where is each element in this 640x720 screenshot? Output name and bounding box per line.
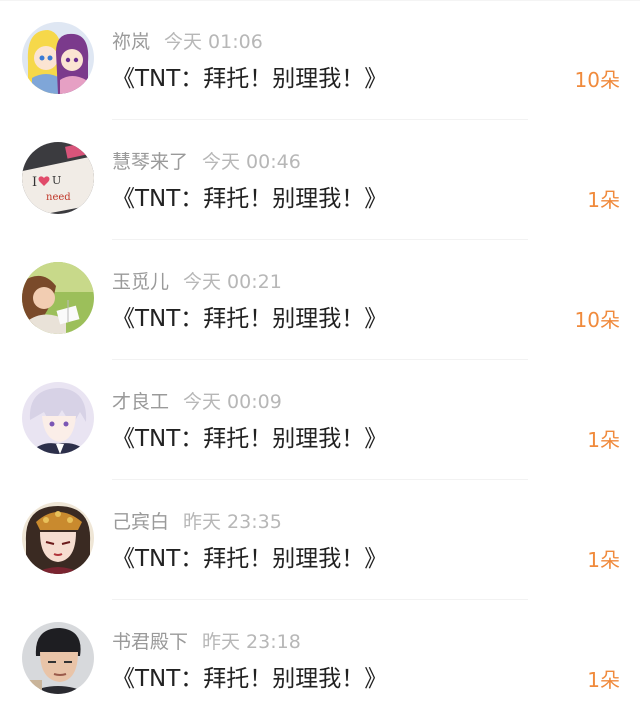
flower-count: 10朵: [574, 68, 620, 92]
flower-count: 10朵: [574, 308, 620, 332]
list-item[interactable]: 书君殿下 昨天 23:18 《TNT：拜托！别理我！》 1朵: [0, 600, 640, 720]
list-item[interactable]: 己宾白 昨天 23:35 《TNT：拜托！别理我！》 1朵: [0, 480, 640, 600]
list-item[interactable]: 祢岚 今天 01:06 《TNT：拜托！别理我！》 10朵: [0, 0, 640, 120]
svg-text:I: I: [32, 175, 37, 190]
item-meta: 慧琴来了 今天 00:46: [112, 149, 301, 175]
item-meta: 才良工 今天 00:09: [112, 389, 282, 415]
flower-count: 1朵: [587, 668, 620, 692]
item-meta: 祢岚 今天 01:06: [112, 29, 263, 55]
avatar-anime-pair-icon: [22, 22, 94, 94]
book-title[interactable]: 《TNT：拜托！别理我！》: [112, 542, 387, 576]
reward-list: 祢岚 今天 01:06 《TNT：拜托！别理我！》 10朵 I U need 慧琴…: [0, 0, 640, 718]
avatar[interactable]: [22, 22, 94, 94]
username[interactable]: 书君殿下: [112, 631, 188, 653]
item-meta: 书君殿下 昨天 23:18: [112, 629, 301, 655]
avatar[interactable]: [22, 622, 94, 694]
avatar[interactable]: I U need: [22, 142, 94, 214]
username[interactable]: 慧琴来了: [112, 151, 188, 173]
timestamp: 今天 00:09: [183, 391, 282, 413]
item-meta: 玉觅儿 今天 00:21: [112, 269, 282, 295]
book-title[interactable]: 《TNT：拜托！别理我！》: [112, 62, 387, 96]
svg-text:U: U: [52, 174, 61, 187]
timestamp: 昨天 23:35: [183, 511, 282, 533]
avatar[interactable]: [22, 262, 94, 334]
flower-count: 1朵: [587, 428, 620, 452]
avatar-anime-girl-crown-icon: [22, 502, 94, 574]
avatar-anime-boy-icon: [22, 382, 94, 454]
timestamp: 今天 01:06: [164, 31, 263, 53]
book-title[interactable]: 《TNT：拜托！别理我！》: [112, 302, 387, 336]
avatar-young-man-icon: [22, 622, 94, 694]
timestamp: 昨天 23:18: [202, 631, 301, 653]
avatar[interactable]: [22, 502, 94, 574]
list-item[interactable]: I U need 慧琴来了 今天 00:46 《TNT：拜托！别理我！》 1朵: [0, 120, 640, 240]
username[interactable]: 己宾白: [112, 511, 169, 533]
list-item[interactable]: 才良工 今天 00:09 《TNT：拜托！别理我！》 1朵: [0, 360, 640, 480]
avatar[interactable]: [22, 382, 94, 454]
timestamp: 今天 00:46: [202, 151, 301, 173]
book-title[interactable]: 《TNT：拜托！别理我！》: [112, 182, 387, 216]
avatar-girl-reading-icon: [22, 262, 94, 334]
username[interactable]: 祢岚: [112, 31, 150, 53]
book-title[interactable]: 《TNT：拜托！别理我！》: [112, 422, 387, 456]
avatar-i-love-you-note-icon: I U need: [22, 142, 94, 214]
item-meta: 己宾白 昨天 23:35: [112, 509, 282, 535]
book-title[interactable]: 《TNT：拜托！别理我！》: [112, 662, 387, 696]
flower-count: 1朵: [587, 188, 620, 212]
svg-text:need: need: [46, 192, 71, 203]
username[interactable]: 才良工: [112, 391, 169, 413]
flower-count: 1朵: [587, 548, 620, 572]
list-item[interactable]: 玉觅儿 今天 00:21 《TNT：拜托！别理我！》 10朵: [0, 240, 640, 360]
username[interactable]: 玉觅儿: [112, 271, 169, 293]
timestamp: 今天 00:21: [183, 271, 282, 293]
